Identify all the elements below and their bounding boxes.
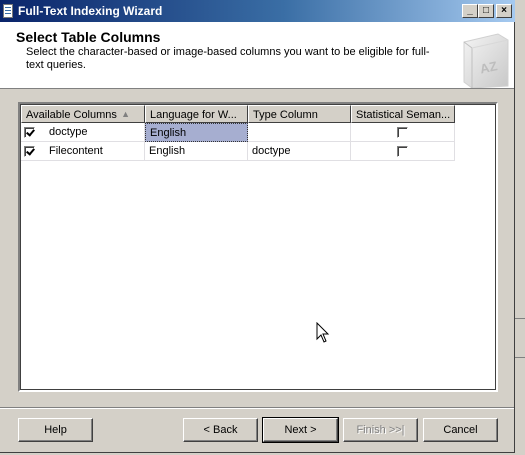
statistical-semantics-cell[interactable] <box>351 123 455 142</box>
wizard-window: Full-Text Indexing Wizard _ □ × Select T… <box>0 0 515 453</box>
title-bar[interactable]: Full-Text Indexing Wizard _ □ × <box>0 0 515 22</box>
wizard-app-icon <box>3 4 13 18</box>
column-name: doctype <box>49 126 88 138</box>
finish-button: Finish >>| <box>343 418 418 442</box>
available-column-cell[interactable]: Filecontent <box>21 142 145 161</box>
language-cell[interactable]: English <box>145 142 248 161</box>
footer-divider <box>0 407 514 409</box>
minimize-button[interactable]: _ <box>462 4 478 18</box>
statistical-semantics-checkbox[interactable] <box>397 127 408 138</box>
statistical-semantics-checkbox[interactable] <box>397 146 408 157</box>
column-header-label: Available Columns <box>26 109 117 121</box>
help-button[interactable]: Help <box>18 418 93 442</box>
column-name: Filecontent <box>49 145 103 157</box>
type-column-cell[interactable]: doctype <box>248 142 351 161</box>
page-title: Select Table Columns <box>16 29 161 45</box>
column-enabled-checkbox[interactable] <box>24 127 35 138</box>
sort-ascending-icon: ▲ <box>121 109 130 119</box>
language-cell[interactable]: English <box>145 123 248 142</box>
type-column-cell[interactable] <box>248 123 351 142</box>
back-button[interactable]: < Back <box>183 418 258 442</box>
column-header-language[interactable]: Language for W... <box>145 105 248 123</box>
az-book-icon: AZ <box>463 33 509 88</box>
column-header-type-column[interactable]: Type Column <box>248 105 351 123</box>
maximize-button[interactable]: □ <box>478 4 494 18</box>
window-title: Full-Text Indexing Wizard <box>18 4 163 18</box>
columns-grid[interactable]: Available Columns ▲ Language for W... Ty… <box>18 102 498 392</box>
page-description: Select the character-based or image-base… <box>26 46 430 71</box>
column-enabled-checkbox[interactable] <box>24 146 35 157</box>
background-window-edge <box>515 318 525 358</box>
next-button[interactable]: Next > <box>262 417 339 443</box>
available-column-cell[interactable]: doctype <box>21 123 145 142</box>
close-button[interactable]: × <box>496 4 512 18</box>
cancel-button[interactable]: Cancel <box>423 418 498 442</box>
wizard-header: Select Table Columns Select the characte… <box>0 22 514 89</box>
column-header-statistical[interactable]: Statistical Seman... <box>351 105 455 123</box>
column-header-available-columns[interactable]: Available Columns ▲ <box>21 105 145 123</box>
mouse-pointer-icon <box>316 322 330 343</box>
statistical-semantics-cell[interactable] <box>351 142 455 161</box>
